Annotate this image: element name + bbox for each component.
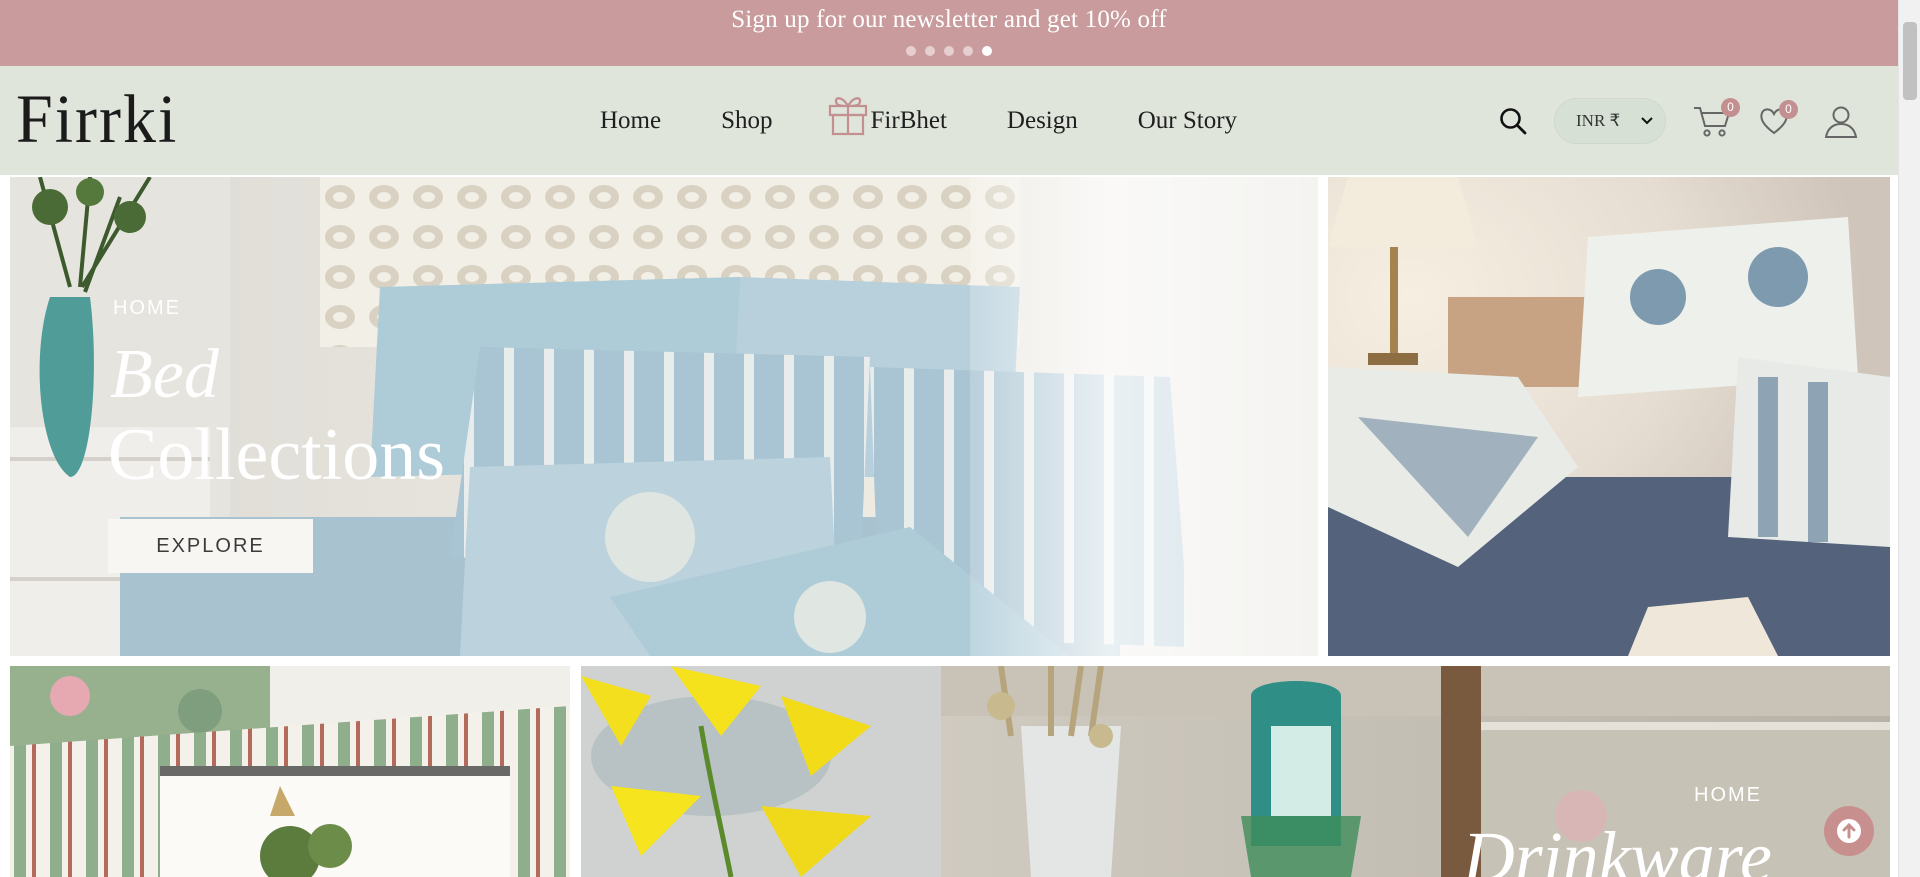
slide-dots (0, 46, 1898, 56)
brand-logo[interactable]: Firrki (16, 81, 178, 158)
drinkware-eyebrow: HOME (1694, 784, 1762, 806)
nav-item-firbhet[interactable]: FirBhet (827, 96, 947, 136)
slide-dot[interactable] (925, 46, 935, 56)
nav-label: FirBhet (870, 106, 947, 134)
nav-label: Home (600, 106, 662, 134)
arrow-up-icon (1837, 819, 1861, 843)
bedroom-pillows-image (1328, 177, 1890, 656)
green-cushions-image (10, 666, 570, 877)
header-tools: INR ₹ 0 0 (1498, 66, 1858, 175)
nav-item-home[interactable]: Home (600, 107, 661, 135)
nav-item-shop[interactable]: Shop (721, 107, 772, 135)
slide-dot[interactable] (906, 46, 916, 56)
slide-dot-active[interactable] (982, 46, 992, 56)
search-icon[interactable] (1498, 106, 1528, 136)
main-nav: Home Shop FirBhet Design Our Story (600, 66, 1297, 175)
announcement-bar: Sign up for our newsletter and get 10% o… (0, 0, 1898, 66)
nav-label: Our Story (1137, 106, 1238, 134)
drinkware-title-italic: Drinkware (1462, 817, 1772, 877)
green-cushions-tile[interactable] (10, 666, 570, 877)
bedroom-pillows-tile[interactable] (1328, 177, 1890, 656)
bed-collections-banner[interactable]: HOME Bed Collections EXPLORE (10, 177, 1318, 656)
logo-text: Firrki (16, 81, 179, 158)
gift-icon (828, 96, 867, 135)
slide-dot[interactable] (944, 46, 954, 56)
wishlist-count-badge: 0 (1779, 99, 1798, 119)
currency-select[interactable]: INR ₹ (1554, 97, 1666, 144)
hero-title: Collections (108, 414, 446, 496)
announcement-text[interactable]: Sign up for our newsletter and get 10% o… (0, 0, 1898, 34)
nav-label: Design (1006, 106, 1078, 134)
hero-title-italic: Bed (110, 336, 219, 413)
page: Sign up for our newsletter and get 10% o… (0, 0, 1920, 877)
chevron-down-icon (1641, 116, 1653, 124)
drinkware-banner[interactable]: HOME Drinkware (581, 666, 1890, 877)
user-icon[interactable] (1824, 104, 1858, 138)
nav-item-design[interactable]: Design (1007, 107, 1078, 135)
cart-count-badge: 0 (1721, 97, 1740, 117)
explore-button[interactable]: EXPLORE (108, 519, 313, 573)
scrollbar-thumb[interactable] (1903, 22, 1917, 100)
nav-item-our-story[interactable]: Our Story (1138, 107, 1237, 135)
currency-value: INR ₹ (1576, 110, 1621, 130)
cart-button[interactable]: 0 (1692, 97, 1740, 138)
hero-eyebrow: HOME (113, 297, 181, 319)
wishlist-button[interactable]: 0 (1758, 99, 1798, 136)
site-header: Firrki Home Shop FirBhet Design Our Stor… (0, 66, 1898, 175)
scroll-to-top-button[interactable] (1824, 806, 1874, 856)
page-scrollbar[interactable] (1898, 0, 1920, 877)
nav-label: Shop (721, 106, 773, 134)
slide-dot[interactable] (963, 46, 973, 56)
